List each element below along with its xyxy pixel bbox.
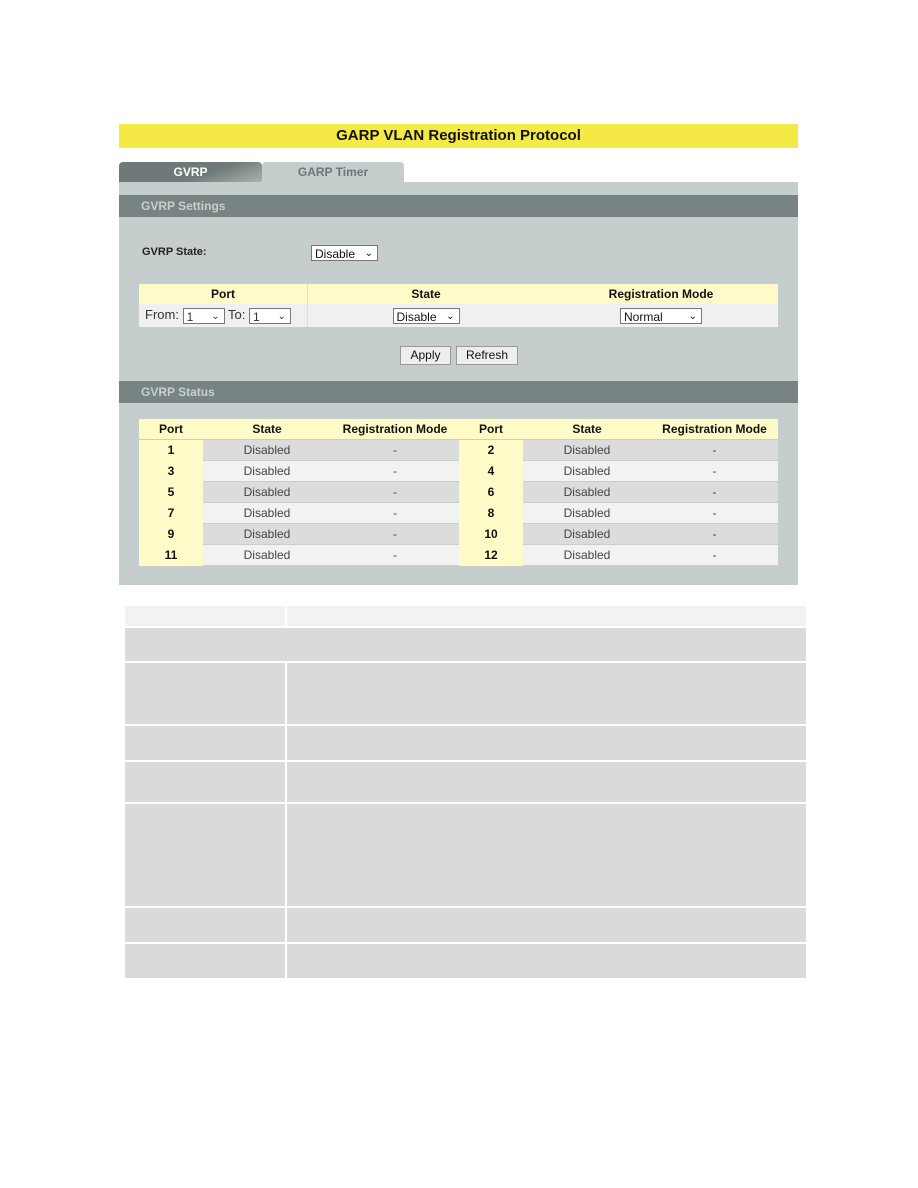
registration-mode-cell: - — [331, 544, 459, 566]
col-state-2: State — [523, 419, 651, 440]
page-title: GARP VLAN Registration Protocol — [119, 124, 798, 148]
gvrp-state-label: GVRP State: — [142, 246, 207, 258]
table-row: 7 Disabled -8 Disabled - — [139, 502, 778, 524]
gvrp-state-value: Disable — [315, 247, 356, 261]
port-cell: 1 — [139, 439, 203, 461]
state-cell: Disabled — [523, 544, 651, 566]
col-port: Port — [139, 419, 203, 440]
state-cell: Disabled — [523, 460, 651, 482]
col-port: Port — [211, 287, 235, 301]
state-cell: Disabled — [203, 502, 331, 524]
gvrp-settings-table: Port State Registration Mode From: 1 ⌄ To… — [139, 284, 778, 327]
chevron-down-icon: ⌄ — [446, 310, 455, 322]
from-port-value: 1 — [186, 309, 194, 324]
port-cell: 12 — [459, 544, 523, 566]
to-port-select[interactable]: 1 ⌄ — [248, 307, 291, 324]
port-cell: 8 — [459, 502, 523, 524]
port-state-select[interactable]: Disable ⌄ — [392, 307, 460, 324]
registration-mode-cell: - — [651, 481, 778, 503]
col-registration-mode: Registration Mode — [608, 287, 714, 301]
port-cell: 10 — [459, 523, 523, 545]
port-cell: 5 — [139, 481, 203, 503]
registration-mode-cell: - — [651, 523, 778, 545]
gvrp-status-header: GVRP Status — [119, 381, 798, 403]
tab-gvrp[interactable]: GVRP — [119, 162, 262, 182]
port-cell: 3 — [139, 460, 203, 482]
gvrp-state-select[interactable]: Disable ⌄ — [311, 245, 378, 261]
to-port-value: 1 — [252, 309, 260, 324]
col-port-2: Port — [459, 419, 523, 440]
col-state: State — [307, 284, 544, 304]
gvrp-settings-header: GVRP Settings — [119, 195, 798, 217]
chevron-down-icon: ⌄ — [364, 248, 373, 259]
state-cell: Disabled — [203, 544, 331, 566]
chevron-down-icon: ⌄ — [211, 310, 220, 322]
registration-mode-cell: - — [331, 481, 459, 503]
registration-mode-cell: - — [331, 439, 459, 461]
tab-garp-timer[interactable]: GARP Timer — [262, 162, 404, 182]
chevron-down-icon: ⌄ — [277, 310, 286, 322]
state-cell: Disabled — [523, 502, 651, 524]
port-cell: 2 — [459, 439, 523, 461]
registration-mode-cell: - — [651, 460, 778, 482]
state-cell: Disabled — [203, 439, 331, 461]
state-cell: Disabled — [203, 481, 331, 503]
description-table — [123, 604, 808, 980]
from-port-select[interactable]: 1 ⌄ — [182, 307, 225, 324]
refresh-button[interactable]: Refresh — [456, 346, 518, 365]
gvrp-status-table: Port State Registration Mode Port State Regis… — [139, 419, 778, 566]
col-state: State — [203, 419, 331, 440]
registration-mode-value: Normal — [624, 309, 663, 324]
to-label: To: — [227, 307, 246, 323]
apply-button[interactable]: Apply — [400, 346, 451, 365]
table-row: 9 Disabled -10 Disabled - — [139, 523, 778, 545]
col-registration-mode: Registration Mode — [331, 419, 459, 440]
state-cell: Disabled — [523, 481, 651, 503]
table-row: 3 Disabled -4 Disabled - — [139, 460, 778, 482]
registration-mode-select[interactable]: Normal ⌄ — [620, 307, 702, 324]
table-row: 5 Disabled -6 Disabled - — [139, 481, 778, 503]
col-registration-mode-2: Registration Mode — [651, 419, 778, 440]
port-state-value: Disable — [396, 309, 437, 324]
registration-mode-cell: - — [651, 439, 778, 461]
table-row: 1 Disabled -2 Disabled - — [139, 439, 778, 461]
state-cell: Disabled — [523, 439, 651, 461]
registration-mode-cell: - — [651, 544, 778, 566]
chevron-down-icon: ⌄ — [688, 310, 697, 322]
port-cell: 6 — [459, 481, 523, 503]
port-cell: 4 — [459, 460, 523, 482]
registration-mode-cell: - — [331, 460, 459, 482]
from-label: From: — [145, 307, 179, 323]
state-cell: Disabled — [523, 523, 651, 545]
port-cell: 7 — [139, 502, 203, 524]
state-cell: Disabled — [203, 523, 331, 545]
registration-mode-cell: - — [331, 523, 459, 545]
table-row: 11 Disabled -12 Disabled - — [139, 544, 778, 566]
state-cell: Disabled — [203, 460, 331, 482]
registration-mode-cell: - — [651, 502, 778, 524]
port-cell: 9 — [139, 523, 203, 545]
registration-mode-cell: - — [331, 502, 459, 524]
port-cell: 11 — [139, 544, 203, 566]
